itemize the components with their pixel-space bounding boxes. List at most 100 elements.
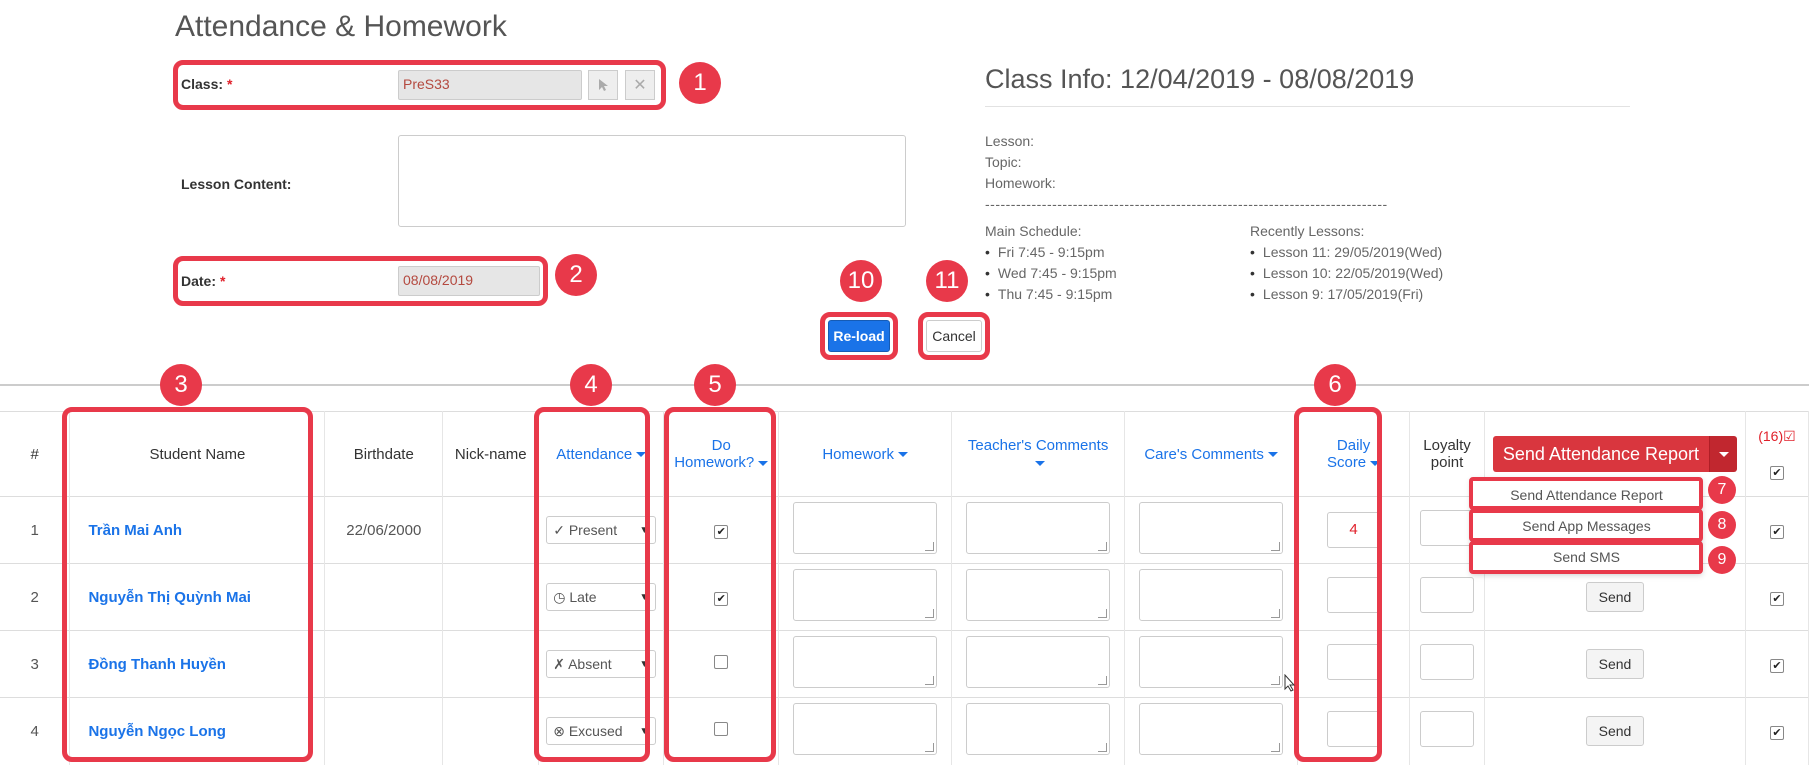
birthdate bbox=[324, 630, 444, 698]
dropdown-toggle[interactable] bbox=[1709, 436, 1738, 472]
homework-checkbox[interactable]: ✔ bbox=[714, 524, 729, 539]
annotation-badge-4: 4 bbox=[570, 364, 612, 406]
daily-score-input[interactable] bbox=[1326, 644, 1381, 680]
homework-input[interactable] bbox=[793, 703, 938, 756]
send-options-menu: Send Attendance Report Send App Messages… bbox=[1471, 478, 1702, 573]
send-button[interactable]: Send bbox=[1585, 716, 1645, 747]
recent-lessons-label: Recently Lessons: bbox=[1250, 223, 1365, 239]
homework-checkbox[interactable] bbox=[714, 655, 729, 669]
annotation-badge-9: 9 bbox=[1708, 546, 1736, 574]
schedule-item: Thu 7:45 - 9:15pm bbox=[985, 284, 1117, 305]
recent-lesson-item: Lesson 10: 22/05/2019(Wed) bbox=[1250, 263, 1443, 284]
col-student-name: Student Name bbox=[69, 411, 326, 497]
col-homework[interactable]: Homework bbox=[778, 411, 953, 497]
col-select: (16)☑ ✔ bbox=[1745, 411, 1809, 497]
select-pointer-icon[interactable] bbox=[588, 70, 618, 100]
birthdate bbox=[324, 563, 444, 631]
col-daily-score[interactable]: Daily Score bbox=[1297, 411, 1411, 497]
clear-icon[interactable]: ✕ bbox=[625, 70, 655, 100]
student-name-link[interactable]: Nguyễn Ngọc Long bbox=[69, 697, 326, 765]
daily-score-input[interactable]: 4 bbox=[1326, 512, 1381, 548]
teacher-comment-input[interactable] bbox=[966, 636, 1111, 688]
daily-score-input[interactable] bbox=[1326, 711, 1381, 748]
loyalty-input[interactable] bbox=[1420, 577, 1475, 613]
row-number: 4 bbox=[0, 697, 71, 765]
attendance-select[interactable]: ✓ Present ▼ bbox=[546, 516, 657, 544]
annotation-badge-7: 7 bbox=[1708, 476, 1736, 504]
send-button[interactable]: Send bbox=[1585, 649, 1645, 679]
care-comment-input[interactable] bbox=[1139, 569, 1284, 621]
menu-item-send-app-messages[interactable]: Send App Messages bbox=[1472, 510, 1701, 541]
homework-input[interactable] bbox=[793, 636, 938, 688]
nickname bbox=[442, 563, 540, 631]
col-do-homework[interactable]: Do Homework? bbox=[663, 411, 780, 497]
student-name-link[interactable]: Trần Mai Anh bbox=[69, 496, 326, 564]
schedule-item: Wed 7:45 - 9:15pm bbox=[985, 263, 1117, 284]
row-checkbox[interactable]: ✔ bbox=[1769, 524, 1784, 539]
row-number: 1 bbox=[0, 496, 71, 564]
annotation-badge-5: 5 bbox=[694, 364, 736, 406]
separator: ----------------------------------------… bbox=[985, 196, 1388, 212]
table-row: 4 Nguyễn Ngọc Long ⊗ Excused ▼ Send ✔ bbox=[0, 697, 1809, 765]
row-checkbox[interactable]: ✔ bbox=[1769, 725, 1784, 740]
teacher-comment-input[interactable] bbox=[966, 569, 1111, 621]
send-button[interactable]: Send bbox=[1585, 582, 1645, 612]
col-attendance[interactable]: Attendance bbox=[538, 411, 665, 497]
student-name-link[interactable]: Nguyễn Thị Quỳnh Mai bbox=[69, 563, 326, 631]
send-attendance-report-button[interactable]: Send Attendance Report bbox=[1492, 436, 1710, 472]
homework-checkbox[interactable]: ✔ bbox=[714, 591, 729, 606]
row-checkbox[interactable]: ✔ bbox=[1769, 658, 1784, 673]
care-comment-input[interactable] bbox=[1139, 703, 1284, 756]
select-all-checkbox[interactable]: ✔ bbox=[1769, 466, 1784, 480]
caret-down-icon bbox=[898, 452, 909, 458]
nickname bbox=[442, 697, 540, 765]
annotation-badge-6: 6 bbox=[1314, 364, 1356, 406]
nickname bbox=[442, 630, 540, 698]
col-nickname: Nick-name bbox=[442, 411, 540, 497]
col-birthdate: Birthdate bbox=[324, 411, 444, 497]
care-comment-input[interactable] bbox=[1139, 502, 1284, 554]
nickname bbox=[442, 496, 540, 564]
row-checkbox[interactable]: ✔ bbox=[1769, 591, 1784, 606]
cancel-button[interactable]: Cancel bbox=[926, 320, 982, 352]
reload-button[interactable]: Re-load bbox=[828, 320, 890, 352]
selected-count: (16)☑ bbox=[1758, 428, 1796, 444]
menu-item-send-attendance-report[interactable]: Send Attendance Report bbox=[1472, 479, 1701, 510]
attendance-select[interactable]: ◷ Late ▼ bbox=[546, 583, 657, 611]
annotation-badge-1: 1 bbox=[679, 62, 721, 104]
birthdate bbox=[324, 697, 444, 765]
recent-lesson-item: Lesson 11: 29/05/2019(Wed) bbox=[1250, 242, 1443, 263]
send-report-split-button[interactable]: Send Attendance Report bbox=[1492, 436, 1738, 472]
caret-down-icon bbox=[1035, 460, 1046, 466]
homework-input[interactable] bbox=[793, 569, 938, 621]
student-name-link[interactable]: Đồng Thanh Huyền bbox=[69, 630, 326, 698]
homework-checkbox[interactable] bbox=[714, 722, 729, 737]
loyalty-input[interactable] bbox=[1420, 711, 1475, 748]
loyalty-input[interactable] bbox=[1420, 644, 1475, 680]
homework-input[interactable] bbox=[793, 502, 938, 554]
birthdate: 22/06/2000 bbox=[324, 496, 444, 564]
date-field[interactable]: 08/08/2019 bbox=[398, 266, 540, 296]
annotation-badge-2: 2 bbox=[555, 254, 597, 296]
lesson-content-input[interactable] bbox=[398, 135, 906, 227]
daily-score-input[interactable] bbox=[1326, 577, 1381, 613]
homework-label: Homework: bbox=[985, 175, 1056, 191]
caret-down-icon bbox=[636, 452, 647, 458]
table-row: 2 Nguyễn Thị Quỳnh Mai ◷ Late ▼ ✔ Send ✔ bbox=[0, 563, 1809, 631]
page-title: Attendance & Homework bbox=[175, 10, 507, 43]
teacher-comment-input[interactable] bbox=[966, 502, 1111, 554]
lesson-content-label: Lesson Content: bbox=[181, 176, 292, 192]
menu-item-send-sms[interactable]: Send SMS bbox=[1472, 541, 1701, 572]
divider bbox=[985, 106, 1630, 107]
teacher-comment-input[interactable] bbox=[966, 703, 1111, 756]
attendance-select[interactable]: ⊗ Excused ▼ bbox=[546, 717, 657, 746]
attendance-select[interactable]: ✗ Absent ▼ bbox=[546, 650, 657, 678]
class-field[interactable]: PreS33 bbox=[398, 70, 582, 100]
col-teacher-comments[interactable]: Teacher's Comments bbox=[951, 411, 1126, 497]
care-comment-input[interactable] bbox=[1139, 636, 1284, 688]
annotation-badge-8: 8 bbox=[1708, 511, 1736, 539]
col-care-comments[interactable]: Care's Comments bbox=[1124, 411, 1299, 497]
annotation-badge-11: 11 bbox=[926, 260, 968, 302]
annotation-badge-3: 3 bbox=[160, 364, 202, 406]
loyalty-input[interactable] bbox=[1420, 510, 1475, 546]
